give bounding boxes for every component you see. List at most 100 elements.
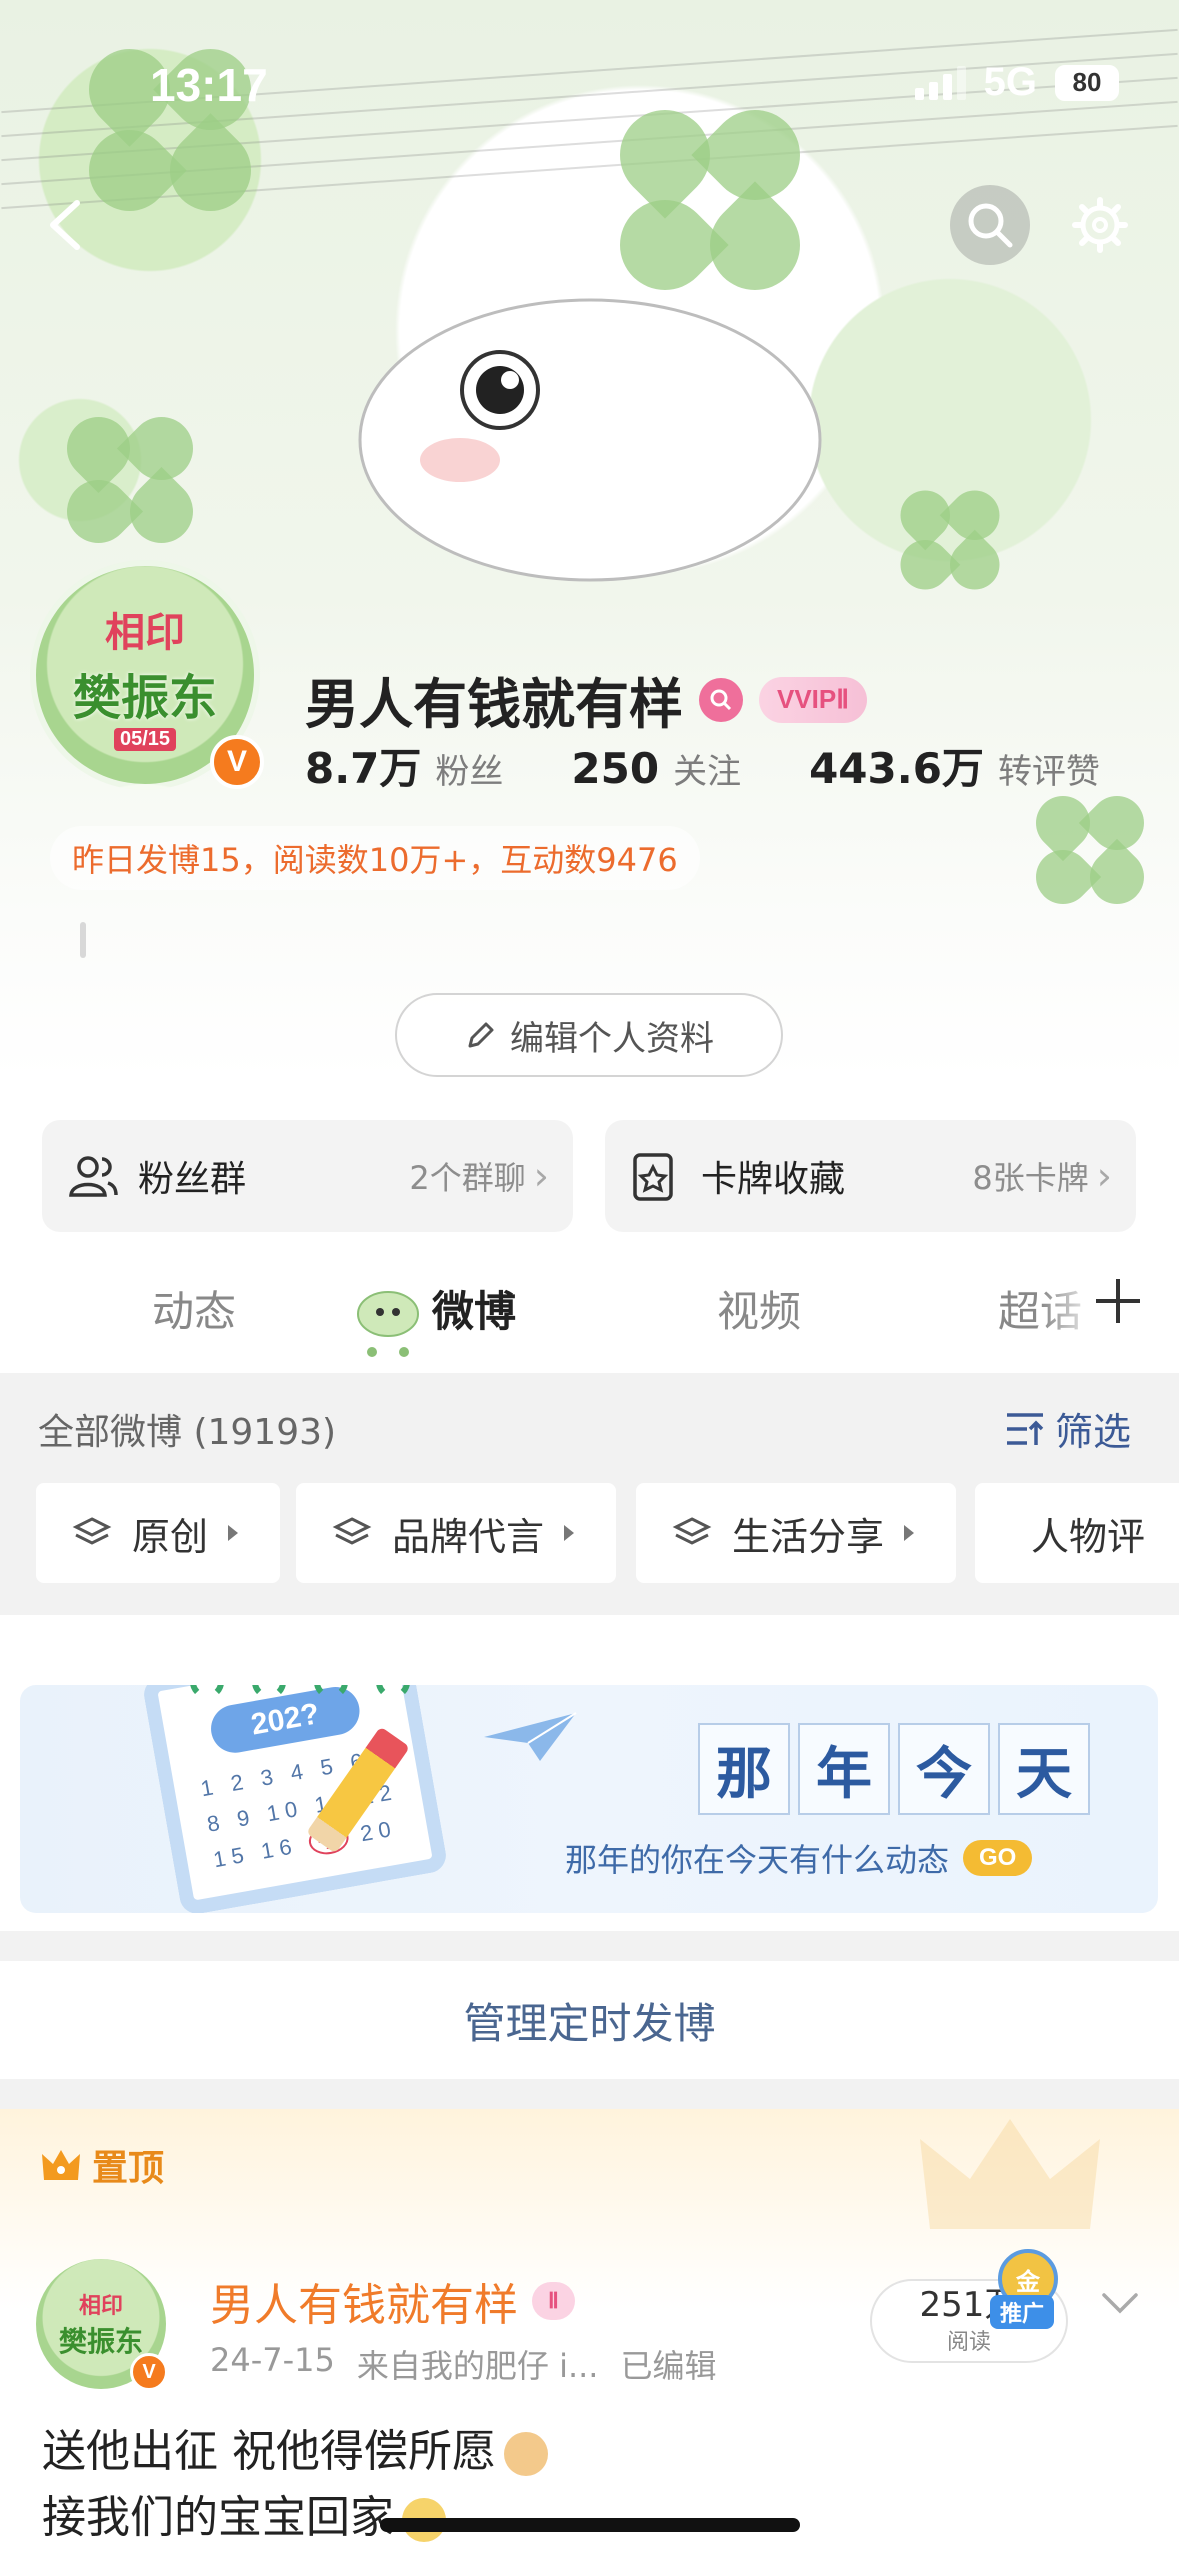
vip-badge[interactable]: VVIPⅡ bbox=[759, 676, 868, 723]
bio-placeholder bbox=[80, 922, 86, 958]
chip-label: 原创 bbox=[132, 1514, 209, 1559]
title-char: 年 bbox=[798, 1723, 890, 1815]
signal-icon bbox=[914, 65, 966, 100]
subtitle-text: 那年的你在今天有什么动态 bbox=[565, 1841, 950, 1879]
chip-label: 生活分享 bbox=[732, 1514, 885, 1559]
yesterday-summary[interactable]: 昨日发博15，阅读数10万+，互动数9476 bbox=[50, 826, 700, 890]
chevron-right-icon: › bbox=[533, 1154, 549, 1198]
stat-value: 443.6万 bbox=[809, 744, 984, 793]
tabs-fade bbox=[1040, 1260, 1100, 1350]
status-indicators: 5G 80 bbox=[914, 60, 1119, 105]
card-subtitle: 2个群聊 bbox=[409, 1159, 526, 1197]
search-button[interactable] bbox=[950, 185, 1030, 265]
filter-sort-icon bbox=[1007, 1412, 1044, 1445]
vip-badge: Ⅱ bbox=[532, 2282, 575, 2320]
card-subtitle: 8张卡牌 bbox=[972, 1159, 1089, 1197]
on-this-day-banner[interactable]: 202? 1 2 3 4 5 68 9 10 11 1215 16 今 20 那… bbox=[20, 1685, 1158, 1913]
stat-following[interactable]: 250 关注 bbox=[571, 744, 741, 793]
card-collection-card[interactable]: 卡牌收藏 8张卡牌 › bbox=[605, 1120, 1136, 1232]
chip-label: 品牌代言 bbox=[392, 1514, 545, 1559]
settings-button[interactable] bbox=[1060, 185, 1140, 265]
home-indicator bbox=[380, 2518, 800, 2532]
profile-banner bbox=[0, 0, 1179, 1080]
post-author-name[interactable]: 男人有钱就有样 bbox=[210, 2269, 518, 2333]
stat-label: 粉丝 bbox=[435, 752, 504, 792]
filter-chip[interactable]: 原创 bbox=[36, 1483, 280, 1583]
card-title: 卡牌收藏 bbox=[701, 1159, 846, 1200]
chevron-left-icon bbox=[50, 200, 80, 250]
card-title: 粉丝群 bbox=[138, 1159, 247, 1200]
stat-label: 关注 bbox=[673, 752, 742, 792]
profile-name: 男人有钱就有样 bbox=[305, 673, 683, 736]
post-edited: 已编辑 bbox=[620, 2347, 717, 2385]
clover-decoration bbox=[1024, 784, 1156, 916]
manage-scheduled-posts-button[interactable]: 管理定时发博 bbox=[0, 1961, 1179, 2079]
super-search-icon[interactable] bbox=[699, 677, 743, 722]
title-char: 天 bbox=[998, 1723, 1090, 1815]
filter-label: 筛选 bbox=[1055, 1410, 1132, 1454]
stat-value: 8.7万 bbox=[305, 744, 422, 793]
battery-level: 80 bbox=[1072, 67, 1102, 97]
memory-section: 202? 1 2 3 4 5 68 9 10 11 1215 16 今 20 那… bbox=[0, 1615, 1179, 1931]
stat-followers[interactable]: 8.7万 粉丝 bbox=[305, 735, 503, 796]
clover-decoration bbox=[890, 480, 1010, 600]
fans-group-icon bbox=[69, 1156, 118, 1197]
gear-icon bbox=[1072, 197, 1128, 253]
stat-interactions[interactable]: 443.6万 转评赞 bbox=[809, 735, 1100, 796]
fans-group-card[interactable]: 粉丝群 2个群聊 › bbox=[42, 1120, 573, 1232]
filter-button[interactable]: 筛选 bbox=[1003, 1401, 1131, 1456]
chip-label: 人物评 bbox=[1031, 1514, 1146, 1559]
post-line: 送他出征 祝他得偿所愿 bbox=[42, 2419, 548, 2485]
filter-chip[interactable]: 品牌代言 bbox=[296, 1483, 616, 1583]
all-weibo-count: 全部微博 (19193) bbox=[38, 1412, 337, 1453]
post-date: 24-7-15 bbox=[210, 2341, 335, 2379]
network-type: 5G bbox=[983, 60, 1037, 104]
crown-decoration bbox=[920, 2119, 1100, 2229]
pencil-icon bbox=[468, 1022, 494, 1048]
clover-decoration bbox=[53, 403, 207, 557]
search-icon bbox=[968, 203, 1013, 248]
card-collection-icon bbox=[633, 1153, 673, 1201]
plus-icon[interactable] bbox=[1092, 1275, 1144, 1327]
layers-icon bbox=[72, 1517, 112, 1545]
status-time: 13:17 bbox=[150, 59, 268, 111]
post-author-row: 男人有钱就有样 Ⅱ bbox=[210, 2269, 575, 2333]
battery-icon: 80 bbox=[1055, 64, 1119, 101]
tab-weibo[interactable]: 微博 bbox=[432, 1278, 516, 1339]
post-source[interactable]: 来自我的肥仔 i... bbox=[357, 2341, 599, 2387]
verified-badge: V bbox=[210, 735, 264, 789]
verified-badge: V bbox=[130, 2353, 168, 2391]
back-button[interactable] bbox=[30, 190, 100, 260]
filter-chip[interactable]: 生活分享 bbox=[636, 1483, 956, 1583]
triangle-right-icon bbox=[904, 1525, 915, 1541]
post-line-text: 送他出征 祝他得偿所愿 bbox=[42, 2426, 496, 2477]
pinned-text: 置顶 bbox=[92, 2148, 165, 2189]
avatar-text-top: 相印 bbox=[78, 2293, 123, 2318]
calendar-rings bbox=[190, 1685, 410, 1699]
avatar-text-top: 相印 bbox=[105, 610, 185, 655]
go-button[interactable]: GO bbox=[963, 1840, 1033, 1876]
filter-chip[interactable]: 人物评 bbox=[975, 1483, 1179, 1583]
fist-emoji-icon bbox=[504, 2432, 548, 2476]
tab-video[interactable]: 视频 bbox=[717, 1278, 801, 1339]
chevron-right-icon: › bbox=[1096, 1154, 1112, 1198]
on-this-day-subtitle: 那年的你在今天有什么动态 GO bbox=[565, 1835, 1033, 1881]
title-char: 那 bbox=[698, 1723, 790, 1815]
layers-icon bbox=[672, 1517, 712, 1545]
profile-tabs: 动态 微博 视频 超话 bbox=[0, 1250, 1179, 1370]
layers-icon bbox=[332, 1517, 372, 1545]
edit-profile-button[interactable]: 编辑个人资料 bbox=[395, 993, 783, 1077]
edit-profile-label: 编辑个人资料 bbox=[510, 1018, 714, 1059]
tab-dynamics[interactable]: 动态 bbox=[152, 1278, 236, 1339]
pinned-post[interactable]: 置顶 相印 樊振东 V 男人有钱就有样 Ⅱ 24-7-15 来自我的肥仔 i..… bbox=[0, 2109, 1179, 2556]
pinned-label: 置顶 bbox=[40, 2139, 164, 2191]
promotion-tag: 推广 bbox=[990, 2295, 1055, 2329]
calendar-illustration: 202? 1 2 3 4 5 68 9 10 11 1215 16 今 20 bbox=[141, 1685, 449, 1913]
profile-name-row: 男人有钱就有样 VVIPⅡ bbox=[305, 660, 868, 739]
chevron-down-icon[interactable] bbox=[1100, 2289, 1140, 2319]
on-this-day-title: 那 年 今 天 bbox=[698, 1723, 1090, 1815]
promotion-badge[interactable]: 金 推广 bbox=[990, 2249, 1066, 2329]
stat-value: 250 bbox=[571, 744, 660, 793]
crown-icon bbox=[42, 2150, 80, 2180]
avatar-text-main: 樊振东 bbox=[72, 671, 217, 725]
